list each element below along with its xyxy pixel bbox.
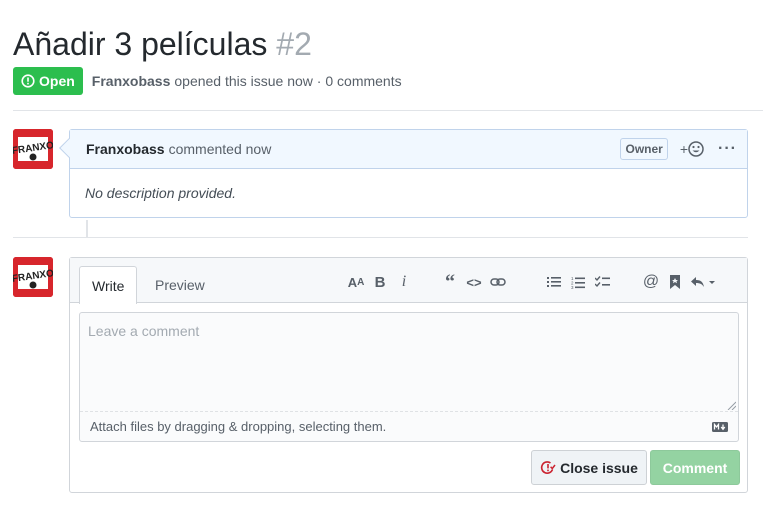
- comment-author-link[interactable]: Franxobass: [86, 141, 165, 157]
- issue-opened-icon: [21, 74, 35, 88]
- comment-header: Franxobass commented now Owner + ···: [59, 130, 747, 169]
- toolbar-text-group: AA B i: [344, 272, 416, 292]
- toolbar-insert-group: “ <>: [438, 271, 510, 293]
- reply-icon[interactable]: [687, 272, 719, 292]
- quote-icon[interactable]: “: [438, 271, 462, 293]
- numbered-list-icon[interactable]: 123: [566, 272, 590, 292]
- bookmark-icon[interactable]: [663, 272, 687, 292]
- markdown-icon[interactable]: [712, 421, 728, 432]
- comment-pointer: [59, 138, 79, 158]
- comment-placeholder: Leave a comment: [88, 323, 200, 339]
- status-badge: Open: [13, 67, 83, 95]
- toolbar-list-group: 123: [542, 272, 614, 292]
- avatar[interactable]: FRANXO: [13, 257, 53, 297]
- issue-title-text: Añadir 3 películas: [13, 26, 268, 62]
- code-icon[interactable]: <>: [462, 272, 486, 292]
- issue-meta-text: opened this issue now · 0 comments: [174, 73, 402, 89]
- status-label: Open: [39, 73, 75, 89]
- avatar-image: FRANXO: [13, 257, 53, 297]
- avatar[interactable]: FRANXO: [13, 129, 53, 169]
- timeline-divider: [13, 237, 748, 238]
- comment-textarea[interactable]: Leave a comment Attach files by dragging…: [79, 312, 739, 442]
- issue-closed-icon: [540, 460, 556, 474]
- mention-icon[interactable]: @: [639, 272, 663, 292]
- tab-write[interactable]: Write: [79, 266, 138, 304]
- attach-files-text: Attach files by dragging & dropping, sel…: [90, 419, 387, 434]
- issue-author-link[interactable]: Franxobass: [92, 73, 171, 89]
- comment: Franxobass commented now Owner + ··· No …: [59, 129, 748, 218]
- close-issue-button[interactable]: Close issue: [531, 450, 647, 485]
- link-icon[interactable]: [486, 272, 510, 292]
- comment-timestamp: commented now: [168, 141, 272, 157]
- owner-badge: Owner: [620, 138, 668, 160]
- comment-button-label: Comment: [662, 459, 728, 476]
- close-issue-label: Close issue: [560, 459, 638, 476]
- task-list-icon[interactable]: [590, 272, 614, 292]
- svg-text:3: 3: [571, 285, 574, 289]
- timeline-line: [86, 220, 88, 237]
- issue-number: #2: [276, 26, 312, 62]
- bold-icon[interactable]: B: [368, 272, 392, 292]
- reaction-plus: +: [679, 141, 689, 157]
- issue-title: Añadir 3 películas #2: [13, 24, 312, 64]
- header-divider: [13, 110, 763, 111]
- bulleted-list-icon[interactable]: [542, 272, 566, 292]
- toolbar-extra-group: @: [639, 272, 719, 292]
- attach-files-bar[interactable]: Attach files by dragging & dropping, sel…: [80, 411, 738, 441]
- tab-preview[interactable]: Preview: [143, 266, 217, 304]
- issue-meta: Open Franxobass opened this issue now · …: [13, 67, 402, 95]
- add-reaction-button[interactable]: +: [680, 141, 704, 157]
- text-size-icon[interactable]: AA: [344, 272, 368, 292]
- new-comment-form: Write Preview AA B i “ <> 123 @ Leave a …: [69, 257, 748, 493]
- avatar-image: FRANXO: [13, 129, 53, 169]
- editor-header: Write Preview AA B i “ <> 123 @: [70, 258, 747, 304]
- resize-handle-icon[interactable]: [727, 401, 736, 410]
- smiley-icon: [688, 141, 704, 157]
- more-options-button[interactable]: ···: [718, 141, 737, 157]
- comment-body: No description provided.: [85, 185, 236, 201]
- italic-icon[interactable]: i: [392, 272, 416, 292]
- comment-button[interactable]: Comment: [650, 450, 740, 485]
